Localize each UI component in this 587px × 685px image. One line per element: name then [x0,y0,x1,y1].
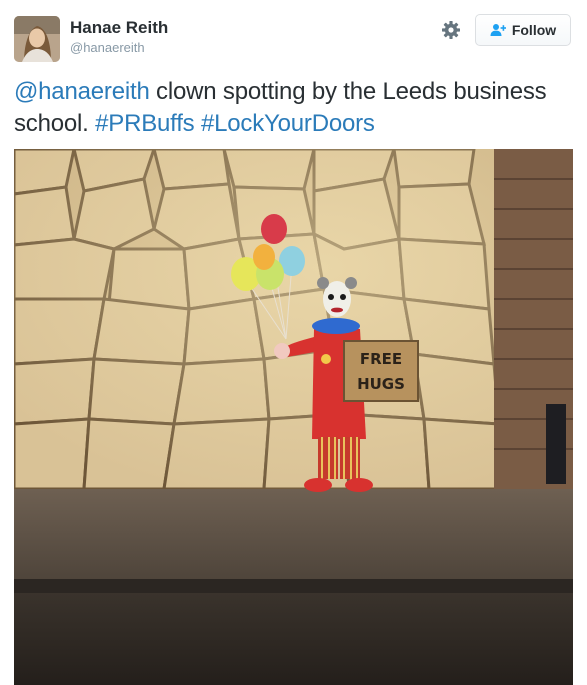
display-name[interactable]: Hanae Reith [70,17,168,39]
user-handle[interactable]: @hanaereith [70,39,168,57]
hashtag-lockyourdoors-link[interactable]: #LockYourDoors [201,110,375,137]
sign-text-hugs: HUGS [357,375,405,393]
sign-text-free: FREE [360,350,402,368]
hashtag-prbuffs-link[interactable]: #PRBuffs [95,110,195,137]
follow-label: Follow [511,22,557,38]
tweet-header: Hanae Reith @hanaereith Follow [14,14,574,64]
add-person-icon [490,24,506,36]
tweet-media[interactable]: FREE HUGS [14,149,573,685]
author-names: Hanae Reith @hanaereith [70,17,168,57]
tweet-text: @hanaereith clown spotting by the Leeds … [14,76,574,140]
follow-button[interactable]: Follow [475,14,571,46]
mention-link[interactable]: @hanaereith [14,78,150,105]
avatar[interactable] [14,16,60,62]
gear-icon[interactable] [441,20,461,40]
tweet-card: Hanae Reith @hanaereith Follow @hanaerei… [0,0,587,685]
